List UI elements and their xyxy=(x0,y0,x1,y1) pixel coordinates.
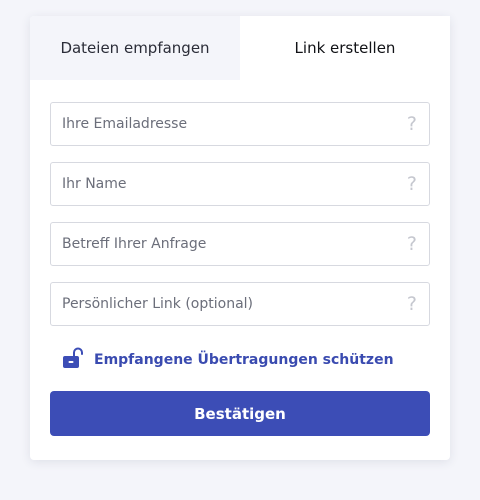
unlocked-padlock-icon xyxy=(62,347,84,373)
tab-receive-files[interactable]: Dateien empfangen xyxy=(30,16,240,80)
subject-field[interactable] xyxy=(51,223,382,265)
confirm-button[interactable]: Bestätigen xyxy=(50,391,430,436)
name-field-wrapper: ? xyxy=(50,162,430,206)
link-form-card: Dateien empfangen Link erstellen ? ? ? ? xyxy=(30,16,450,460)
email-field[interactable] xyxy=(51,103,382,145)
name-field[interactable] xyxy=(51,163,382,205)
email-field-wrapper: ? xyxy=(50,102,430,146)
subject-field-wrapper: ? xyxy=(50,222,430,266)
personal-link-field-wrapper: ? xyxy=(50,282,430,326)
help-icon[interactable]: ? xyxy=(407,293,417,315)
link-form: ? ? ? ? Empfangene Übertragungen schütze… xyxy=(30,80,450,436)
tab-bar: Dateien empfangen Link erstellen xyxy=(30,16,450,80)
help-icon[interactable]: ? xyxy=(407,233,417,255)
help-icon[interactable]: ? xyxy=(407,173,417,195)
protect-transfers-toggle[interactable]: Empfangene Übertragungen schützen xyxy=(62,342,430,378)
protect-transfers-label: Empfangene Übertragungen schützen xyxy=(94,352,394,368)
personal-link-field[interactable] xyxy=(51,283,382,325)
tab-create-link[interactable]: Link erstellen xyxy=(240,16,450,80)
help-icon[interactable]: ? xyxy=(407,113,417,135)
